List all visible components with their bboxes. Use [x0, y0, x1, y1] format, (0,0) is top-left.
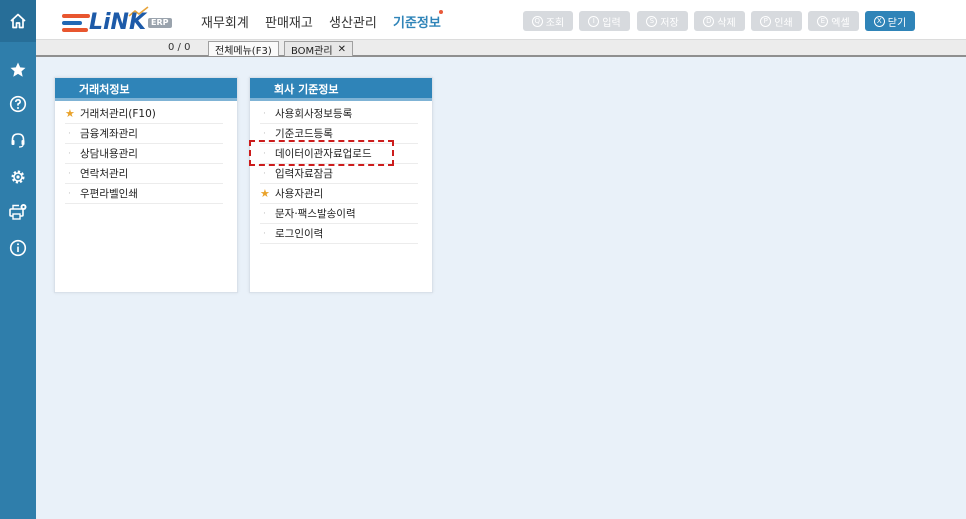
info-button[interactable] — [0, 236, 36, 260]
bullet-icon: · — [68, 129, 71, 139]
bullet-icon: · — [68, 149, 71, 159]
save-button[interactable]: S 저장 — [637, 11, 688, 31]
print-label: 인쇄 — [774, 17, 793, 29]
highlight-box — [249, 140, 394, 166]
card-company-info-title: 회사 기준정보 — [250, 78, 432, 101]
menu-active-dot — [439, 10, 443, 14]
delete-label: 삭제 — [717, 17, 736, 29]
close-label: 닫기 — [887, 17, 907, 29]
excel-button[interactable]: E 엑셀 — [808, 11, 859, 31]
tab-strip: 0 / 0 전체메뉴(F3) BOM관리 ✕ — [36, 40, 966, 57]
home-button[interactable] — [0, 0, 36, 42]
query-label: 조회 — [545, 17, 565, 29]
card-company-info: 회사 기준정보 · 사용회사정보등록 · 기준코드등록 · 데이터이관자료업로드… — [249, 77, 433, 293]
card-client-info-title: 거래처정보 — [55, 78, 237, 101]
list-item-label: 문자·팩스발송이력 — [275, 208, 356, 220]
menu-finance[interactable]: 재무회계 — [201, 12, 249, 31]
print-key-icon: P — [760, 15, 772, 27]
print-settings-button[interactable] — [0, 200, 36, 224]
tab-bom-label: BOM관리 — [291, 45, 333, 57]
list-item-label: 입력자료잠금 — [275, 168, 333, 180]
bullet-icon: · — [263, 229, 266, 239]
star-icon — [9, 61, 27, 79]
info-icon — [9, 239, 27, 257]
menu-item-consultations[interactable]: · 상담내용관리 — [65, 144, 223, 164]
list-item-label: 기준코드등록 — [275, 128, 333, 140]
tab-bom[interactable]: BOM관리 ✕ — [284, 41, 353, 57]
left-rail — [0, 0, 36, 519]
tab-all-menu[interactable]: 전체메뉴(F3) — [208, 41, 279, 57]
query-button[interactable]: Q 조회 — [523, 11, 573, 31]
question-icon — [9, 95, 27, 113]
menu-item-company-registration[interactable]: · 사용회사정보등록 — [260, 104, 418, 124]
input-label: 입력 — [602, 17, 621, 29]
menu-item-sms-fax-history[interactable]: · 문자·팩스발송이력 — [260, 204, 418, 224]
printer-gear-icon — [8, 203, 28, 221]
input-button[interactable]: I 입력 — [579, 11, 630, 31]
save-label: 저장 — [660, 17, 679, 29]
menu-basic-info[interactable]: 기준정보 — [393, 12, 441, 31]
tab-pager: 0 / 0 — [168, 42, 191, 53]
bullet-icon: · — [263, 209, 266, 219]
support-button[interactable] — [0, 128, 36, 152]
tab-all-menu-label: 전체메뉴(F3) — [215, 45, 272, 57]
menu-item-bank-accounts[interactable]: · 금융계좌관리 — [65, 124, 223, 144]
logo-text: LiNK — [89, 10, 147, 35]
bullet-icon: · — [68, 169, 71, 179]
list-item-label: 로그인이력 — [275, 228, 324, 240]
menu-item-login-history[interactable]: · 로그인이력 — [260, 224, 418, 244]
settings-button[interactable] — [0, 165, 36, 189]
menu-item-contacts[interactable]: · 연락처관리 — [65, 164, 223, 184]
bullet-icon: · — [68, 189, 71, 199]
menu-sales-inventory[interactable]: 판매재고 — [265, 12, 313, 31]
home-icon — [9, 12, 27, 30]
excel-key-icon: E — [817, 15, 829, 27]
delete-key-icon: D — [703, 15, 715, 27]
list-item-label: 사용회사정보등록 — [275, 108, 353, 120]
query-key-icon: Q — [531, 15, 543, 27]
headset-icon — [9, 131, 27, 149]
help-button[interactable] — [0, 92, 36, 116]
favorites-button[interactable] — [0, 58, 36, 82]
save-key-icon: S — [646, 15, 658, 27]
list-item-label: 상담내용관리 — [80, 148, 138, 160]
top-bar: LiNK ERP 재무회계 판매재고 생산관리 기준정보 Q 조회 I 입력 S… — [36, 0, 966, 40]
logo-erp-badge: ERP — [148, 18, 172, 28]
tab-bom-close-icon[interactable]: ✕ — [338, 44, 346, 55]
close-key-icon: X — [873, 15, 885, 27]
list-item-label: 연락처관리 — [80, 168, 129, 180]
delete-button[interactable]: D 삭제 — [694, 11, 745, 31]
list-item-label: 금융계좌관리 — [80, 128, 138, 140]
close-button[interactable]: X 닫기 — [865, 11, 915, 31]
menu-production[interactable]: 생산관리 — [329, 12, 377, 31]
app-logo[interactable]: LiNK ERP — [62, 6, 172, 36]
menu-item-postal-labels[interactable]: · 우편라벨인쇄 — [65, 184, 223, 204]
card-company-info-list: · 사용회사정보등록 · 기준코드등록 · 데이터이관자료업로드 · 입력자료잠… — [260, 104, 418, 244]
excel-label: 엑셀 — [831, 17, 850, 29]
gear-icon — [9, 168, 27, 186]
bullet-icon: · — [263, 109, 266, 119]
menu-item-user-management[interactable]: ★ 사용자관리 — [260, 184, 418, 204]
menu-item-client-management[interactable]: ★ 거래처관리(F10) — [65, 104, 223, 124]
star-icon[interactable]: ★ — [260, 184, 271, 204]
card-client-info: 거래처정보 ★ 거래처관리(F10) · 금융계좌관리 · 상담내용관리 · 연… — [54, 77, 238, 293]
menu-item-input-lock[interactable]: · 입력자료잠금 — [260, 164, 418, 184]
input-key-icon: I — [588, 15, 600, 27]
list-item-label: 사용자관리 — [275, 188, 324, 200]
list-item-label: 우편라벨인쇄 — [80, 188, 138, 200]
card-client-info-list: ★ 거래처관리(F10) · 금융계좌관리 · 상담내용관리 · 연락처관리 ·… — [65, 104, 223, 204]
bullet-icon: · — [263, 169, 266, 179]
print-button[interactable]: P 인쇄 — [751, 11, 802, 31]
list-item-label: 거래처관리(F10) — [80, 108, 156, 120]
star-icon[interactable]: ★ — [65, 104, 76, 124]
